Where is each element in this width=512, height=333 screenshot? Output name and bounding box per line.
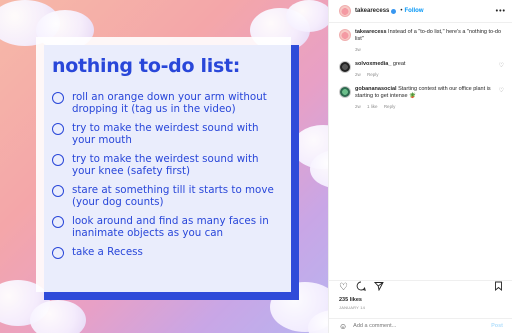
- avatar[interactable]: [339, 86, 351, 98]
- heart-icon[interactable]: ♡: [499, 62, 504, 69]
- separator-dot: •: [400, 8, 403, 14]
- circle-icon: [52, 123, 64, 135]
- avatar[interactable]: [339, 29, 351, 41]
- emoji-icon[interactable]: ☺: [339, 322, 347, 331]
- todo-item: take a Recess: [52, 246, 279, 259]
- cloud-decoration: [30, 300, 86, 333]
- todo-item-text: take a Recess: [72, 246, 143, 258]
- caption-meta: 3w: [355, 46, 504, 53]
- add-comment-bar: ☺ Post: [329, 318, 512, 333]
- post-image[interactable]: nothing to-do list: roll an orange down …: [0, 0, 328, 333]
- comment-meta: 2w Reply: [355, 71, 496, 78]
- comment-body: solvoxmedia_ great 2w Reply: [355, 61, 496, 78]
- comment-likes[interactable]: 1 like: [367, 104, 378, 109]
- post-date: JANUARY 14: [339, 305, 366, 310]
- todo-item-text: roll an orange down your arm without dro…: [72, 91, 267, 115]
- likes-count[interactable]: 235 likes: [339, 297, 362, 303]
- caption: takearecess Instead of a "to-do list," h…: [339, 29, 504, 53]
- todo-item: look around and find as many faces in in…: [52, 215, 279, 239]
- todo-item-text: try to make the weirdest sound with your…: [72, 153, 259, 177]
- comment-icon[interactable]: [356, 281, 366, 294]
- reply-button[interactable]: Reply: [367, 72, 379, 77]
- action-bar: ♡: [329, 280, 512, 294]
- heart-icon[interactable]: ♡: [339, 282, 348, 293]
- comment-text: great: [392, 61, 406, 67]
- post-header: takearecess • Follow •••: [329, 0, 512, 23]
- post-sidebar: takearecess • Follow ••• takearecess Ins…: [328, 0, 512, 333]
- todo-item: try to make the weirdest sound with your…: [52, 122, 279, 146]
- circle-icon: [52, 216, 64, 228]
- heart-icon[interactable]: ♡: [499, 87, 504, 94]
- todo-item: try to make the weirdest sound with your…: [52, 153, 279, 177]
- todo-item-text: look around and find as many faces in in…: [72, 215, 269, 239]
- avatar[interactable]: [339, 61, 351, 73]
- cloud-decoration: [286, 0, 328, 32]
- comments-list: takearecess Instead of a "to-do list," h…: [329, 23, 512, 110]
- comment-username[interactable]: gobananasocial: [355, 86, 397, 92]
- more-options-icon[interactable]: •••: [496, 8, 506, 15]
- comment: solvoxmedia_ great 2w Reply ♡: [339, 61, 504, 78]
- follow-button[interactable]: Follow: [404, 8, 423, 14]
- circle-icon: [52, 247, 64, 259]
- circle-icon: [52, 154, 64, 166]
- reply-button[interactable]: Reply: [384, 104, 396, 109]
- bookmark-icon[interactable]: [494, 281, 503, 294]
- comment-body: gobananasocial Starting contest with our…: [355, 86, 496, 110]
- circle-icon: [52, 185, 64, 197]
- caption-body: takearecess Instead of a "to-do list," h…: [355, 29, 504, 53]
- todo-item: stare at something till it starts to mov…: [52, 184, 279, 208]
- comment-time[interactable]: 2w: [355, 72, 361, 77]
- comment-meta: 2w 1 like Reply: [355, 103, 496, 110]
- comment-input[interactable]: [353, 323, 492, 329]
- caption-time[interactable]: 3w: [355, 47, 361, 52]
- todo-item-text: try to make the weirdest sound with your…: [72, 122, 259, 146]
- avatar[interactable]: [339, 5, 351, 17]
- comment: gobananasocial Starting contest with our…: [339, 86, 504, 110]
- post-button[interactable]: Post: [491, 323, 503, 329]
- share-icon[interactable]: [373, 281, 384, 294]
- todo-card: nothing to-do list: roll an orange down …: [36, 37, 291, 292]
- comment-username[interactable]: solvoxmedia_: [355, 61, 391, 67]
- todo-item: roll an orange down your arm without dro…: [52, 91, 279, 115]
- circle-icon: [52, 92, 64, 104]
- comment-time[interactable]: 2w: [355, 104, 361, 109]
- caption-username[interactable]: takearecess: [355, 29, 387, 35]
- todo-item-text: stare at something till it starts to mov…: [72, 184, 274, 208]
- todo-title: nothing to-do list:: [52, 55, 241, 77]
- verified-icon: [391, 8, 397, 14]
- header-username[interactable]: takearecess: [355, 8, 389, 14]
